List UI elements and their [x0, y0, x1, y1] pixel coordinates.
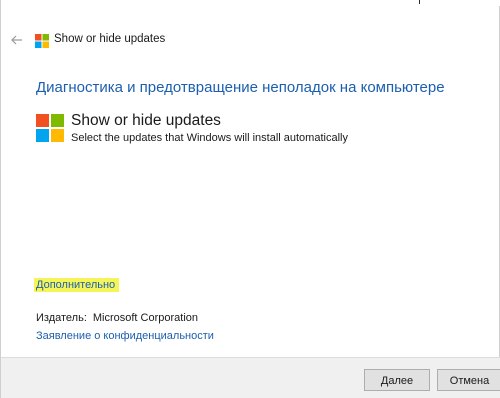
- window-title: Show or hide updates: [54, 33, 166, 45]
- item-description: Select the updates that Windows will ins…: [71, 132, 348, 144]
- next-button[interactable]: Далее: [364, 369, 430, 391]
- item-title: Show or hide updates: [71, 112, 221, 129]
- privacy-statement-link[interactable]: Заявление о конфиденциальности: [36, 330, 214, 342]
- troubleshooter-window: Show or hide updates Диагностика и предо…: [0, 0, 500, 398]
- windows-logo-icon: [35, 34, 49, 48]
- troubleshooter-item[interactable]: Show or hide updates Select the updates …: [36, 112, 476, 152]
- back-arrow-icon[interactable]: [9, 32, 25, 48]
- cancel-button[interactable]: Отмена: [437, 369, 500, 391]
- close-button-edge[interactable]: [411, 0, 429, 4]
- publisher-info: Издатель: Microsoft Corporation: [36, 312, 198, 324]
- publisher-value: Microsoft Corporation: [92, 312, 199, 324]
- windows-logo-icon: [36, 114, 64, 142]
- window-top-edge: [1, 0, 500, 6]
- footer-bar: Далее Отмена: [1, 357, 500, 398]
- page-heading: Диагностика и предотвращение неполадок н…: [36, 79, 445, 96]
- publisher-label: Издатель:: [36, 312, 87, 324]
- title-bar: Show or hide updates: [1, 30, 500, 54]
- advanced-link[interactable]: Дополнительно: [34, 278, 120, 292]
